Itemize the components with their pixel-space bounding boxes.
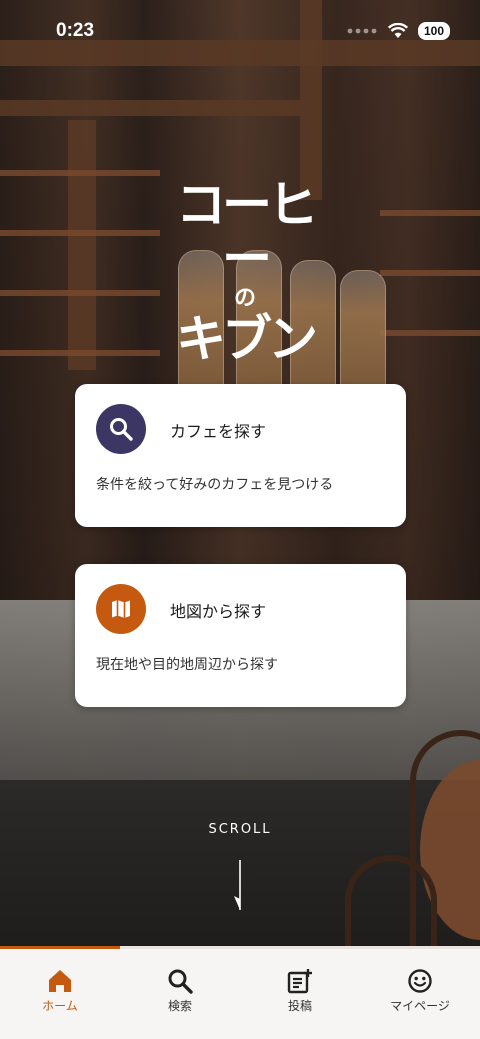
ceiling-beam	[0, 100, 300, 116]
nav-label: マイページ	[390, 999, 450, 1013]
nav-label: 投稿	[287, 999, 312, 1013]
post-icon	[287, 969, 312, 994]
bottom-nav: ホーム 検索 投稿 マイページ	[0, 949, 480, 1039]
shelf	[0, 170, 160, 176]
shelf	[380, 270, 480, 276]
chair	[345, 855, 437, 948]
signal-icon	[347, 28, 377, 34]
find-on-map-card[interactable]: 地図から探す 現在地や目的地周辺から探す	[75, 564, 406, 707]
shelf	[380, 330, 480, 336]
ceiling-beam	[0, 40, 480, 66]
battery-indicator: 100	[417, 22, 450, 40]
home-icon	[49, 970, 71, 992]
map-icon	[96, 584, 146, 634]
nav-home[interactable]: ホーム	[0, 949, 120, 1039]
nav-mypage[interactable]: マイページ	[360, 949, 480, 1039]
scroll-hint: SCROLL	[208, 822, 272, 837]
scroll-down-arrow-icon	[234, 860, 241, 910]
shelf	[380, 210, 480, 216]
find-cafe-card[interactable]: カフェを探す 条件を絞って好みのカフェを見つける	[75, 384, 406, 527]
search-icon	[168, 969, 193, 994]
card-description: 現在地や目的地周辺から探す	[96, 657, 278, 673]
logo-text-line3: キブン	[176, 310, 318, 368]
app-logo: コーヒー の キブン	[160, 178, 330, 366]
card-title: カフェを探す	[170, 422, 267, 441]
status-time: 0:23	[56, 20, 95, 41]
smiley-icon	[408, 969, 432, 993]
card-title: 地図から探す	[170, 602, 267, 621]
logo-text-line2: の	[233, 286, 256, 311]
card-description: 条件を絞って好みのカフェを見つける	[96, 477, 334, 493]
coffee-jar	[340, 270, 386, 392]
shelf	[0, 230, 160, 236]
nav-post[interactable]: 投稿	[240, 949, 360, 1039]
logo-text-line1: コーヒー	[176, 176, 318, 288]
wifi-icon	[387, 23, 408, 38]
shelf	[0, 290, 160, 296]
wood-pillar	[68, 120, 96, 370]
nav-label: ホーム	[42, 999, 78, 1013]
shelf	[0, 350, 160, 356]
nav-search[interactable]: 検索	[120, 949, 240, 1039]
search-icon	[96, 404, 146, 454]
nav-label: 検索	[167, 999, 192, 1013]
status-icons: 100	[346, 22, 450, 40]
wood-pillar	[300, 0, 322, 200]
